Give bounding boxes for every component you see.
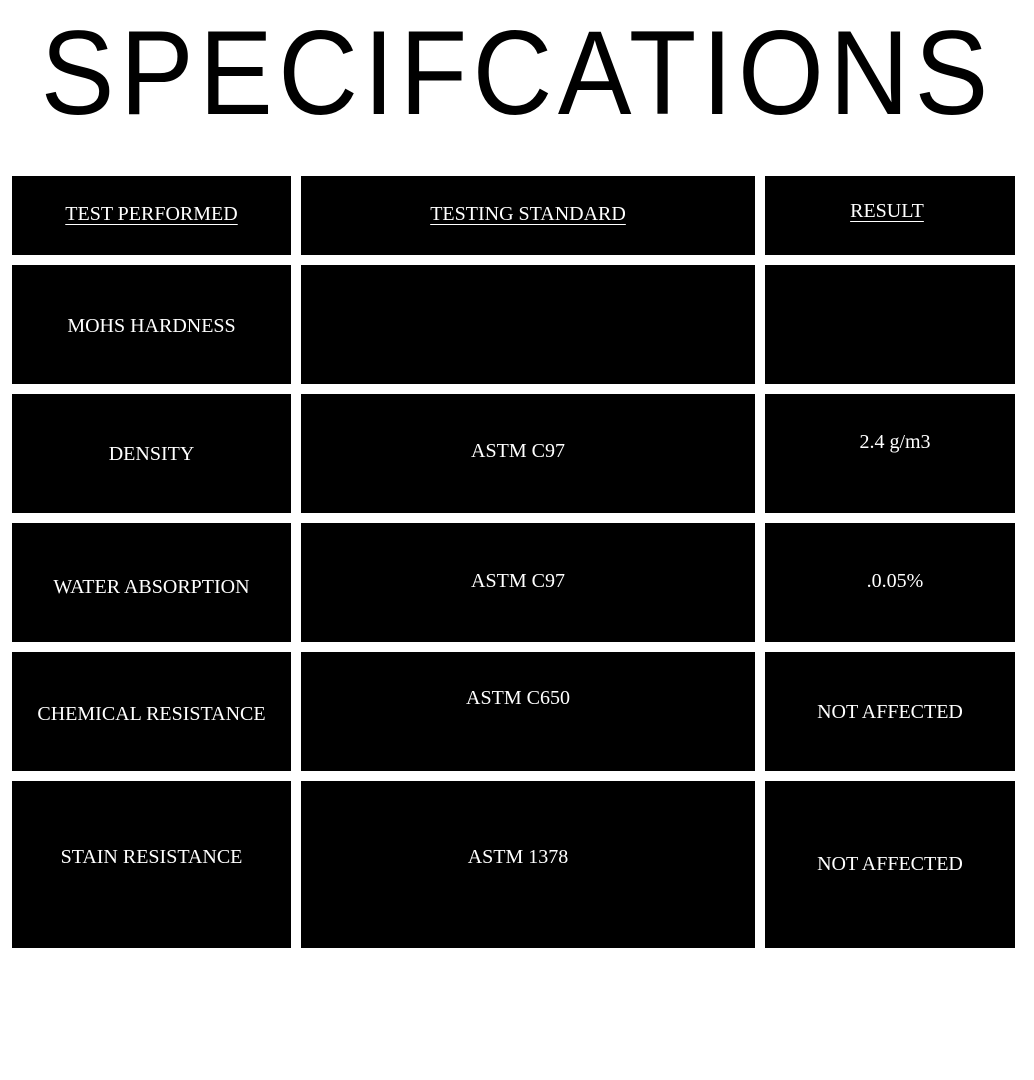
table-row-test: WATER ABSORPTION bbox=[12, 523, 291, 642]
table-row-standard: ASTM C650 bbox=[301, 652, 755, 771]
table-row-standard: ASTM C97 bbox=[301, 523, 755, 642]
header-result-label: RESULT bbox=[850, 200, 924, 222]
testing-standard-value: ASTM C97 bbox=[471, 570, 565, 592]
table-row-result: NOT AFFECTED bbox=[765, 781, 1015, 948]
header-test-performed-label: TEST PERFORMED bbox=[65, 203, 238, 225]
test-name: WATER ABSORPTION bbox=[53, 576, 250, 598]
testing-standard-value: ASTM 1378 bbox=[467, 846, 569, 868]
header-testing-standard-label: TESTING STANDARD bbox=[430, 203, 626, 225]
page-title: SPECIFCATIONS bbox=[40, 6, 994, 140]
table-row-result: 2.4 g/m3 bbox=[765, 394, 1015, 513]
table-row-test: STAIN RESISTANCE bbox=[12, 781, 291, 948]
table-row-result: NOT AFFECTED bbox=[765, 652, 1015, 771]
table-row-test: DENSITY bbox=[12, 394, 291, 513]
test-name: MOHS HARDNESS bbox=[67, 315, 236, 337]
header-result: RESULT bbox=[765, 176, 1015, 255]
header-test-performed: TEST PERFORMED bbox=[12, 176, 291, 255]
result-value: 2.4 g/m3 bbox=[859, 431, 931, 453]
table-row-standard bbox=[301, 265, 755, 384]
test-name: DENSITY bbox=[108, 443, 195, 465]
result-value: .0.05% bbox=[866, 570, 924, 592]
table-row-test: CHEMICAL RESISTANCE bbox=[12, 652, 291, 771]
table-row-test: MOHS HARDNESS bbox=[12, 265, 291, 384]
testing-standard-value: ASTM C650 bbox=[466, 687, 570, 709]
table-row-result bbox=[765, 265, 1015, 384]
result-value: NOT AFFECTED bbox=[817, 853, 963, 875]
test-name: STAIN RESISTANCE bbox=[60, 846, 243, 868]
table-row-result: .0.05% bbox=[765, 523, 1015, 642]
result-value: NOT AFFECTED bbox=[817, 701, 963, 723]
table-row-standard: ASTM 1378 bbox=[301, 781, 755, 948]
table-row-standard: ASTM C97 bbox=[301, 394, 755, 513]
header-testing-standard: TESTING STANDARD bbox=[301, 176, 755, 255]
testing-standard-value: ASTM C97 bbox=[471, 440, 565, 462]
test-name: CHEMICAL RESISTANCE bbox=[37, 703, 266, 725]
